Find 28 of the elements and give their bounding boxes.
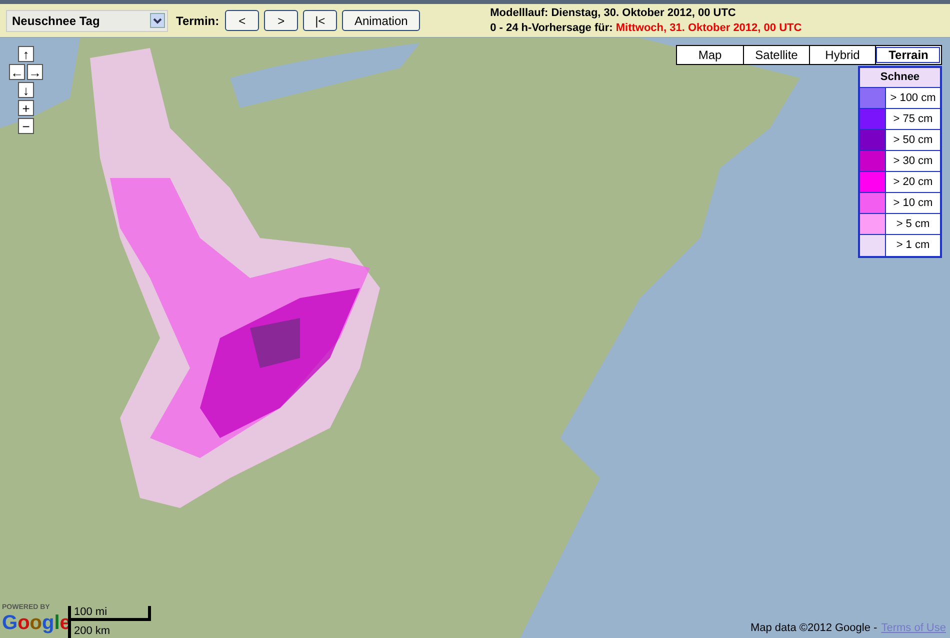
legend-label: > 5 cm [895, 216, 931, 232]
legend-title: Schnee [860, 68, 940, 88]
model-run-text: Modelllauf: Dienstag, 30. Oktober 2012, 00 UTC [490, 6, 737, 20]
toolbar-button[interactable]: < [225, 10, 260, 31]
pan-button[interactable]: → [27, 64, 43, 80]
legend-label: > 30 cm [892, 154, 934, 169]
toolbar-button[interactable]: |< [303, 10, 338, 31]
zoom-button[interactable]: + [18, 100, 34, 116]
zoom-button[interactable]: − [18, 118, 34, 134]
pan-button[interactable]: ↑ [18, 46, 34, 62]
termin-label: Termin: [176, 12, 220, 30]
scale-km-label: 200 km [73, 624, 112, 638]
toolbar-button[interactable]: > [264, 10, 298, 31]
scale-miles-label: 100 mi [71, 606, 151, 621]
dropdown-caret-icon [150, 13, 165, 28]
attribution-text: Map data ©2012 Google - [750, 620, 878, 636]
product-select[interactable]: Neuschnee Tag [6, 10, 168, 32]
legend-label: > 10 cm [892, 196, 934, 211]
map-type-tab[interactable]: Terrain [875, 46, 941, 64]
toolbar-button[interactable]: Animation [342, 10, 420, 31]
forecast-text: 0 - 24 h-Vorhersage für: Mittwoch, 31. Oktober 2012, 00 UTC [490, 20, 802, 36]
legend-label: > 100 cm [889, 90, 937, 106]
legend-label: > 50 cm [892, 132, 934, 148]
pan-button[interactable]: ← [9, 64, 25, 80]
legend-label: > 1 cm [895, 238, 931, 254]
legend-label: > 20 cm [892, 174, 934, 190]
pan-button[interactable]: ↓ [18, 82, 34, 98]
legend-label: > 75 cm [892, 112, 934, 127]
